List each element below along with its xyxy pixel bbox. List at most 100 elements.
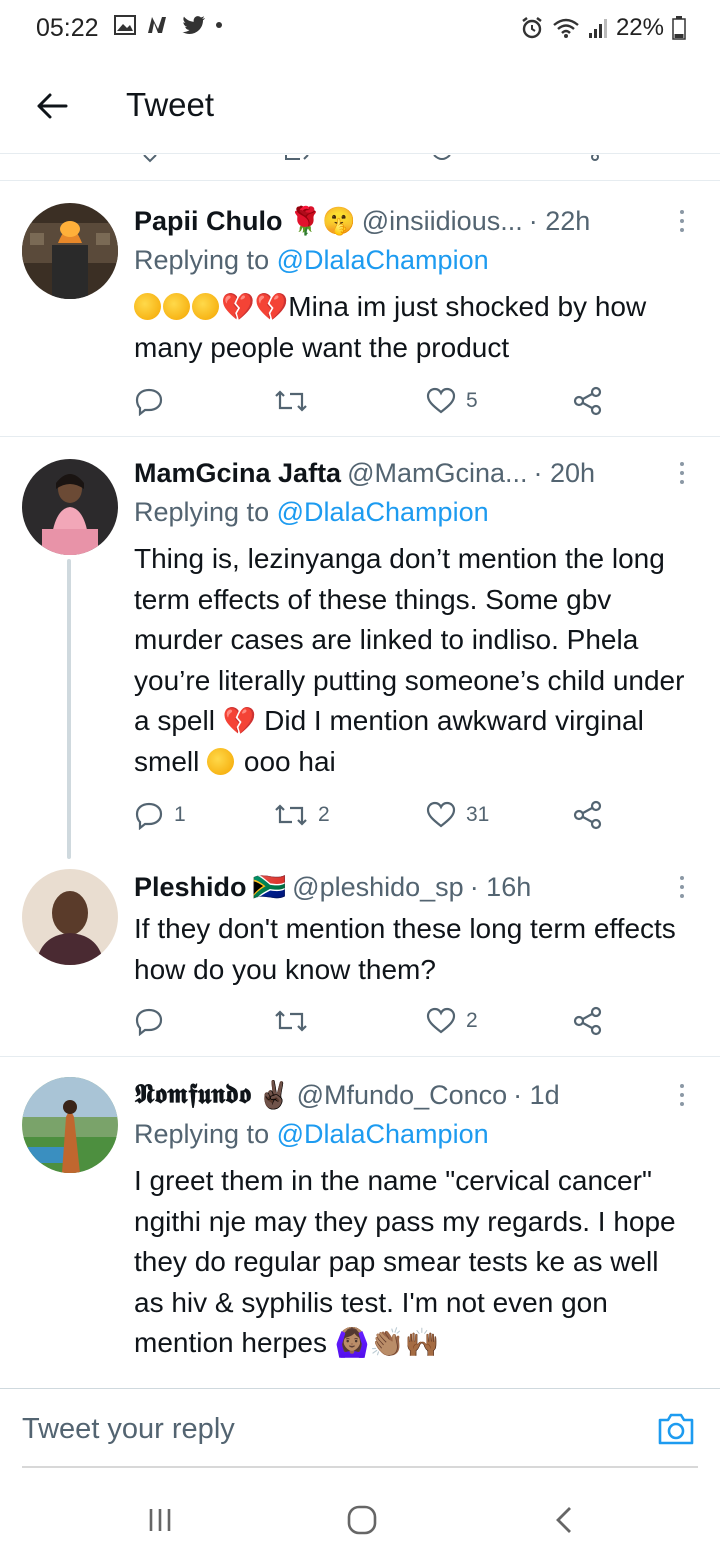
retweet-icon — [275, 390, 307, 412]
dot-icon — [216, 22, 222, 28]
camera-button[interactable] — [656, 1411, 696, 1447]
more-options-button[interactable] — [672, 203, 692, 239]
camera-icon — [658, 1413, 694, 1445]
retweet-button[interactable] — [274, 381, 318, 421]
display-name[interactable]: 𝕹𝖔𝖒𝖋𝖚𝖓𝖉𝖔 — [134, 1079, 251, 1111]
recent-apps-icon — [149, 1509, 171, 1531]
tweet-actions: 2 — [134, 1001, 614, 1041]
broken-heart-icon: 💔 — [222, 706, 257, 737]
heart-icon — [426, 801, 456, 828]
reply-icon — [135, 802, 163, 830]
rofl-emoji-icon — [134, 293, 161, 320]
previous-tweet-actions — [0, 155, 720, 181]
like-button[interactable]: 31 — [426, 795, 489, 835]
arrow-left-icon — [37, 93, 68, 119]
recent-apps-button[interactable] — [135, 1500, 185, 1540]
avatar[interactable] — [22, 1077, 118, 1173]
like-button[interactable]: 2 — [426, 1001, 478, 1041]
handle[interactable]: @Mfundo_Conco — [297, 1080, 508, 1111]
timestamp[interactable]: · 20h — [534, 458, 596, 489]
confused-emoji-icon — [207, 747, 235, 775]
more-options-button[interactable] — [672, 455, 692, 491]
gesture-emoji-icon: 🙆🏽‍♀️👏🏽🙌🏾 — [334, 1327, 440, 1359]
share-icon — [573, 1006, 602, 1036]
like-button[interactable]: 5 — [426, 381, 478, 421]
reply-icon — [135, 1008, 163, 1036]
reply-button[interactable]: 1 — [134, 795, 186, 835]
tweet-text: 💔💔Mina im just shocked by how many peopl… — [134, 291, 647, 363]
wifi-icon — [553, 18, 579, 38]
avatar[interactable] — [22, 203, 118, 299]
home-icon — [347, 1505, 377, 1535]
tweet-actions: 1 2 31 — [134, 795, 614, 835]
tweet-feed[interactable]: Papii Chulo 🌹🤫 @insiidious... · 22h Repl… — [0, 155, 720, 1388]
timestamp[interactable]: · 22h — [529, 206, 591, 237]
replying-to: Replying to @DlalaChampion — [134, 245, 489, 275]
display-name[interactable]: Papii Chulo — [134, 206, 283, 237]
display-name[interactable]: Pleshido — [134, 872, 247, 903]
broken-heart-icon: 💔 — [254, 292, 289, 322]
share-button[interactable] — [572, 795, 604, 835]
avatar[interactable] — [22, 869, 118, 965]
more-options-button[interactable] — [672, 1077, 692, 1113]
tweet-item[interactable]: Pleshido 🇿🇦 @pleshido_sp · 16h If they d… — [0, 855, 720, 1057]
retweet-button[interactable] — [274, 1001, 318, 1041]
handle[interactable]: @pleshido_sp — [292, 872, 464, 903]
heart-icon — [426, 1007, 456, 1034]
timestamp[interactable]: · 1d — [513, 1080, 560, 1111]
victory-hand-icon: ✌🏿 — [257, 1080, 291, 1110]
tweet-item[interactable]: MamGcina Jafta @MamGcina... · 20h Replyi… — [0, 437, 720, 859]
name-emoji: 🌹🤫 — [288, 206, 356, 236]
alarm-icon — [522, 17, 542, 39]
status-time: 05:22 — [36, 14, 99, 42]
handle[interactable]: @MamGcina... — [347, 458, 527, 489]
reply-composer: Tweet your reply — [0, 1388, 720, 1468]
mention-link[interactable]: @DlalaChampion — [277, 497, 489, 527]
mention-link[interactable]: @DlalaChampion — [277, 245, 489, 275]
retweet-icon — [275, 1010, 307, 1032]
timestamp[interactable]: · 16h — [470, 872, 532, 903]
rofl-emoji-icon — [163, 293, 190, 320]
tweet-text: Thing is, lezinyanga don’t mention the l… — [134, 543, 685, 777]
back-nav-button[interactable] — [539, 1500, 589, 1540]
reply-input[interactable]: Tweet your reply — [22, 1413, 235, 1446]
battery-percent: 22% — [615, 14, 664, 41]
twitter-icon — [182, 16, 205, 35]
more-options-button[interactable] — [672, 869, 692, 905]
share-icon — [573, 386, 602, 416]
replying-to: Replying to @DlalaChampion — [134, 1119, 489, 1149]
tweet-actions: 5 — [134, 381, 614, 421]
system-nav-bar — [0, 1470, 720, 1560]
share-icon — [573, 800, 602, 830]
display-name[interactable]: MamGcina Jafta — [134, 458, 341, 489]
tweet-text: I greet them in the name "cervical cance… — [134, 1165, 676, 1359]
status-bar: 05:22 22% — [0, 0, 720, 58]
reply-button[interactable] — [134, 381, 174, 421]
partial-action-icons — [143, 155, 599, 163]
chevron-left-icon — [556, 1507, 571, 1533]
gallery-icon — [114, 15, 136, 35]
n-app-icon — [148, 17, 166, 33]
broken-heart-icon: 💔 — [221, 292, 255, 322]
replying-to: Replying to @DlalaChampion — [134, 497, 489, 527]
share-button[interactable] — [572, 1001, 604, 1041]
back-button[interactable] — [30, 84, 74, 128]
handle[interactable]: @insiidious... — [362, 206, 523, 237]
composer-divider — [22, 1466, 698, 1468]
retweet-button[interactable]: 2 — [274, 795, 330, 835]
signal-icon — [588, 19, 607, 38]
share-button[interactable] — [572, 381, 604, 421]
avatar[interactable] — [22, 459, 118, 555]
reply-icon — [135, 388, 163, 416]
page-title: Tweet — [126, 86, 215, 123]
battery-icon — [672, 16, 686, 40]
app-header: Tweet — [0, 58, 720, 154]
tweet-item[interactable]: Papii Chulo 🌹🤫 @insiidious... · 22h Repl… — [0, 181, 720, 437]
mention-link[interactable]: @DlalaChampion — [277, 1119, 489, 1149]
home-button[interactable] — [337, 1500, 387, 1540]
tweet-text: If they don't mention these long term ef… — [134, 913, 676, 985]
reply-button[interactable] — [134, 1001, 174, 1041]
retweet-icon — [275, 804, 307, 826]
thread-line — [67, 559, 71, 859]
tweet-item[interactable]: 𝕹𝖔𝖒𝖋𝖚𝖓𝖉𝖔 ✌🏿 @Mfundo_Conco · 1d Replying … — [0, 1057, 720, 1388]
